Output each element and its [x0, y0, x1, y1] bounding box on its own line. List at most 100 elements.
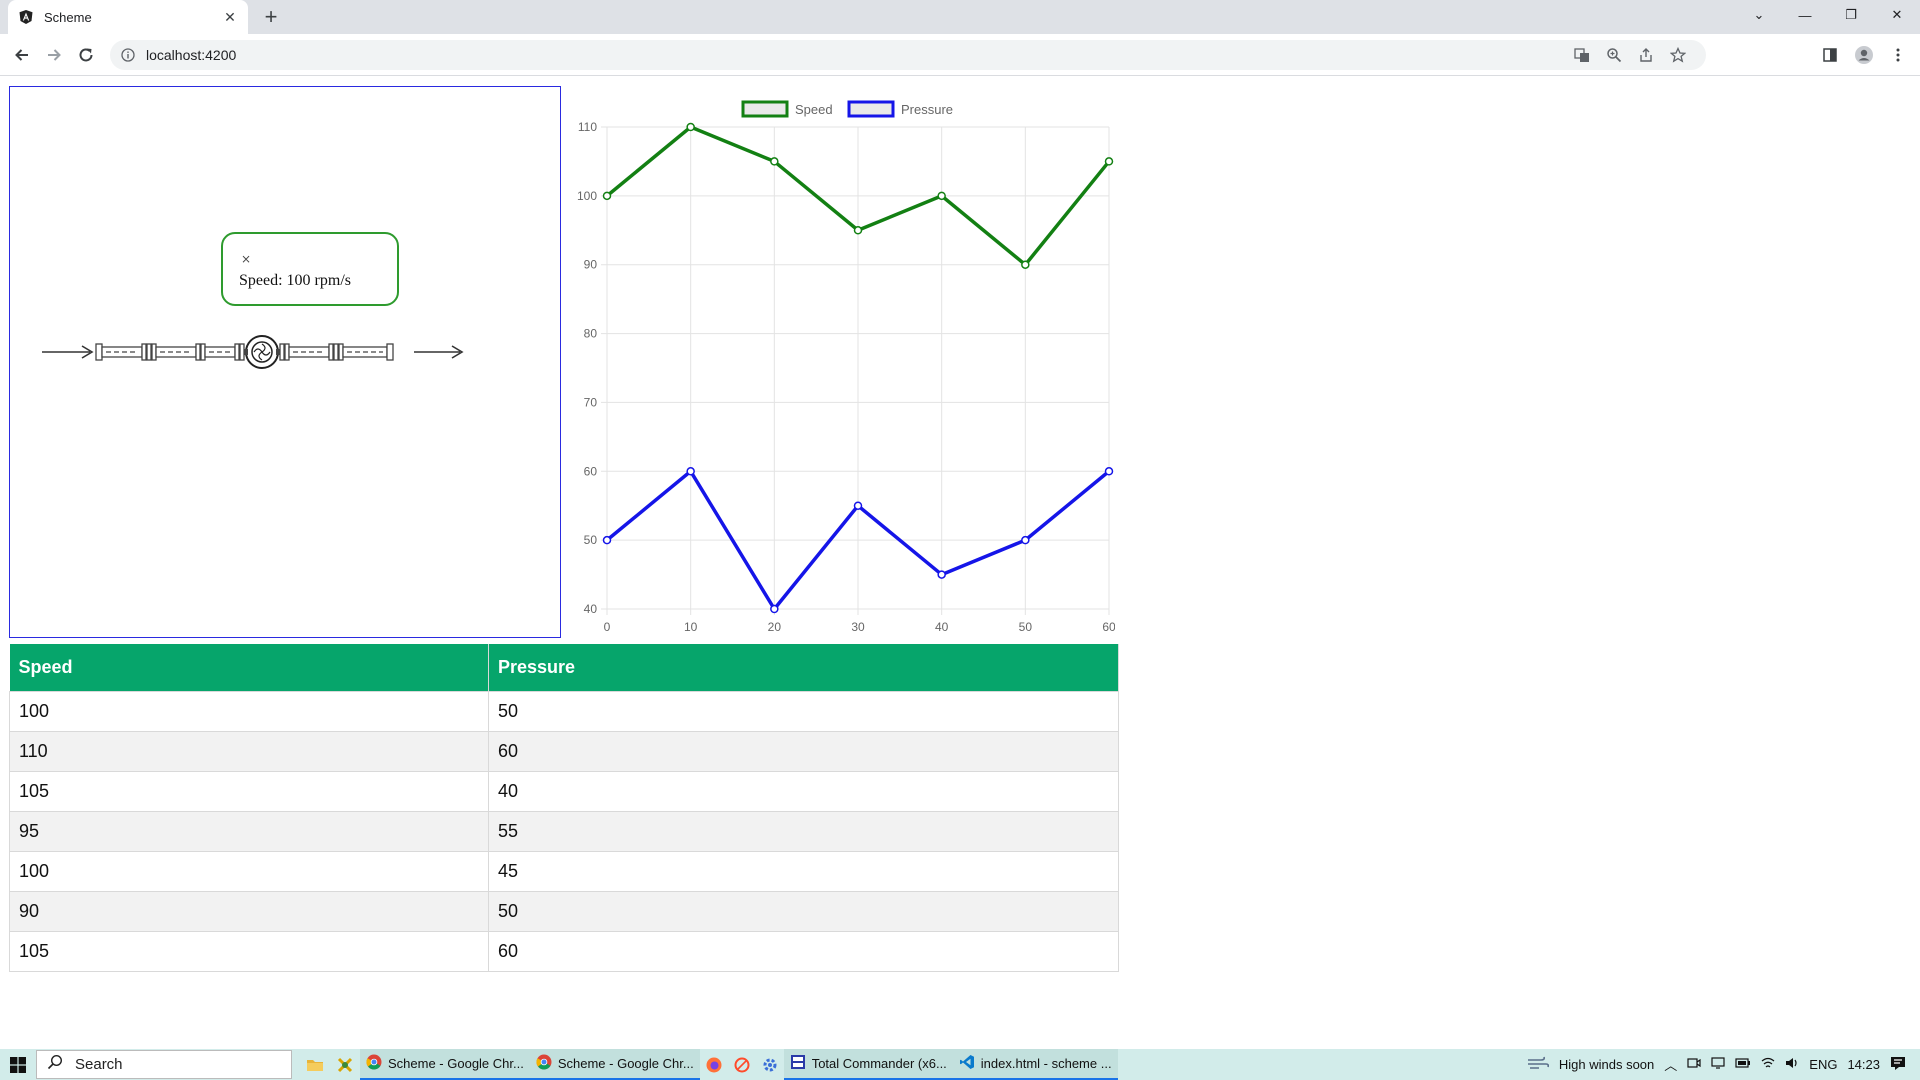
y-tick-label: 70 [584, 395, 598, 409]
zoom-icon[interactable] [1604, 45, 1624, 65]
tab-strip: Scheme ✕ + ⌄ — ❐ ✕ [0, 0, 1920, 34]
language-indicator[interactable]: ENG [1809, 1057, 1837, 1072]
reload-icon[interactable] [74, 43, 98, 67]
data-point-pressure [1104, 467, 1114, 476]
close-window-button[interactable]: ✕ [1874, 0, 1920, 30]
y-tick-label: 50 [584, 533, 598, 547]
data-point-speed [937, 191, 946, 201]
volume-icon[interactable] [1785, 1056, 1799, 1073]
pressure-cell: 40 [488, 770, 1119, 812]
data-point-pressure [686, 467, 695, 476]
bookmark-star-icon[interactable] [1668, 45, 1688, 65]
translate-icon[interactable] [1572, 45, 1592, 65]
speed-cell: 90 [9, 890, 489, 932]
data-point-speed [770, 157, 779, 166]
clock[interactable]: 14:23 [1847, 1057, 1880, 1072]
table-row: 90 50 [9, 890, 1119, 932]
tray-chevron-icon[interactable]: ︿ [1664, 1055, 1677, 1074]
column-header-speed: Speed [9, 644, 489, 691]
opera-icon[interactable] [728, 1049, 756, 1080]
file-explorer-icon[interactable] [300, 1049, 330, 1080]
meet-now-icon[interactable] [1687, 1056, 1701, 1073]
weather-wind-icon[interactable] [1527, 1055, 1549, 1074]
y-tick-label: 60 [584, 464, 598, 478]
forward-arrow-icon[interactable] [42, 43, 66, 67]
weather-text[interactable]: High winds soon [1559, 1057, 1654, 1072]
profile-avatar-icon[interactable] [1852, 43, 1876, 67]
tooltip-close-icon[interactable]: × [241, 252, 251, 266]
speed-cell: 110 [9, 730, 489, 772]
table-row: 110 60 [9, 730, 1119, 772]
y-tick-label: 110 [578, 120, 597, 134]
windows-start-icon[interactable] [0, 1049, 36, 1080]
pressure-cell: 45 [488, 850, 1119, 892]
x-tick-label: 50 [1019, 620, 1033, 634]
window-controls: ⌄ — ❐ ✕ [1736, 0, 1920, 30]
taskbar-app-label: Scheme - Google Chr... [557, 1056, 694, 1071]
table-row: 95 55 [9, 810, 1119, 852]
x-tick-label: 10 [684, 620, 698, 634]
speed-tooltip: × Speed: 100 rpm/s [221, 232, 399, 306]
taskbar-app-chrome-2[interactable]: Scheme - Google Chr... [529, 1049, 700, 1080]
taskbar-app-label: Total Commander (x6... [811, 1056, 947, 1071]
tab-search-chevron-icon[interactable]: ⌄ [1736, 0, 1782, 30]
taskbar-app-label: Scheme - Google Chr... [388, 1056, 524, 1071]
data-point-pressure [853, 501, 863, 510]
y-tick-label: 100 [577, 189, 597, 203]
tab-title: Scheme [44, 9, 92, 25]
data-point-speed [1104, 157, 1114, 166]
table-row: 105 60 [9, 930, 1119, 972]
x-tick-label: 40 [935, 620, 949, 634]
speed-cell: 100 [9, 690, 489, 732]
table-header-row: Speed Pressure [9, 644, 1119, 691]
data-point-pressure [937, 570, 946, 579]
share-icon[interactable] [1636, 45, 1656, 65]
browser-tab[interactable]: Scheme ✕ [8, 0, 248, 34]
tooltip-text: Speed: 100 rpm/s [239, 272, 351, 289]
display-icon[interactable] [1711, 1056, 1725, 1073]
legend-swatch-pressure [847, 100, 895, 118]
x-tick-label: 0 [604, 620, 611, 634]
x-tick-label: 20 [768, 620, 782, 634]
pump-icon [244, 335, 280, 369]
tab-close-icon[interactable]: ✕ [222, 9, 238, 26]
notifications-icon[interactable] [1890, 1055, 1906, 1074]
taskbar-app-chrome-1[interactable]: Scheme - Google Chr... [360, 1049, 530, 1080]
address-bar[interactable]: localhost:4200 [110, 40, 1706, 70]
restore-button[interactable]: ❐ [1828, 0, 1874, 30]
chart-svg: 40 50 60 70 80 90 100 110 0 10 20 30 40 50 60 Speed Pres… [577, 100, 1116, 634]
minimize-button[interactable]: — [1782, 0, 1828, 30]
scheme-diagram: × Speed: 100 rpm/s [9, 86, 561, 638]
system-tray: High winds soon ︿ ENG 14:23 [1527, 1049, 1920, 1080]
taskbar-search-box[interactable]: Search [36, 1050, 292, 1079]
legend-swatch-speed [741, 100, 789, 118]
back-arrow-icon[interactable] [10, 43, 34, 67]
pipe-segment-right [279, 343, 394, 361]
pressure-cell: 60 [488, 930, 1119, 972]
taskbar: Search Scheme - Google Chr... Scheme - G… [0, 1049, 1920, 1080]
data-point-pressure [602, 535, 612, 545]
pressure-cell: 50 [488, 690, 1119, 732]
search-icon [47, 1054, 63, 1075]
side-panel-icon[interactable] [1818, 43, 1842, 67]
speed-cell: 105 [9, 770, 489, 812]
site-info-icon[interactable] [120, 47, 136, 63]
table-row: 100 50 [9, 690, 1119, 732]
data-point-speed [853, 226, 863, 235]
app-launcher-icon[interactable] [330, 1049, 360, 1080]
more-menu-icon[interactable] [1886, 43, 1910, 67]
outlet-arrow-icon [414, 345, 464, 359]
data-point-pressure [1021, 535, 1030, 545]
chrome-icon [366, 1054, 382, 1073]
new-tab-button[interactable]: + [258, 4, 284, 30]
settings-gear-icon[interactable] [756, 1049, 784, 1080]
firefox-icon[interactable] [700, 1049, 728, 1080]
url-text: localhost:4200 [146, 47, 237, 63]
wifi-icon[interactable] [1761, 1056, 1775, 1073]
table-row: 105 40 [9, 770, 1119, 812]
taskbar-app-total-commander[interactable]: Total Commander (x6... [783, 1049, 953, 1080]
taskbar-app-vscode[interactable]: index.html - scheme ... [952, 1049, 1118, 1080]
pipe-segment-left [95, 343, 245, 361]
battery-icon[interactable] [1735, 1057, 1751, 1072]
pressure-cell: 60 [488, 730, 1119, 772]
